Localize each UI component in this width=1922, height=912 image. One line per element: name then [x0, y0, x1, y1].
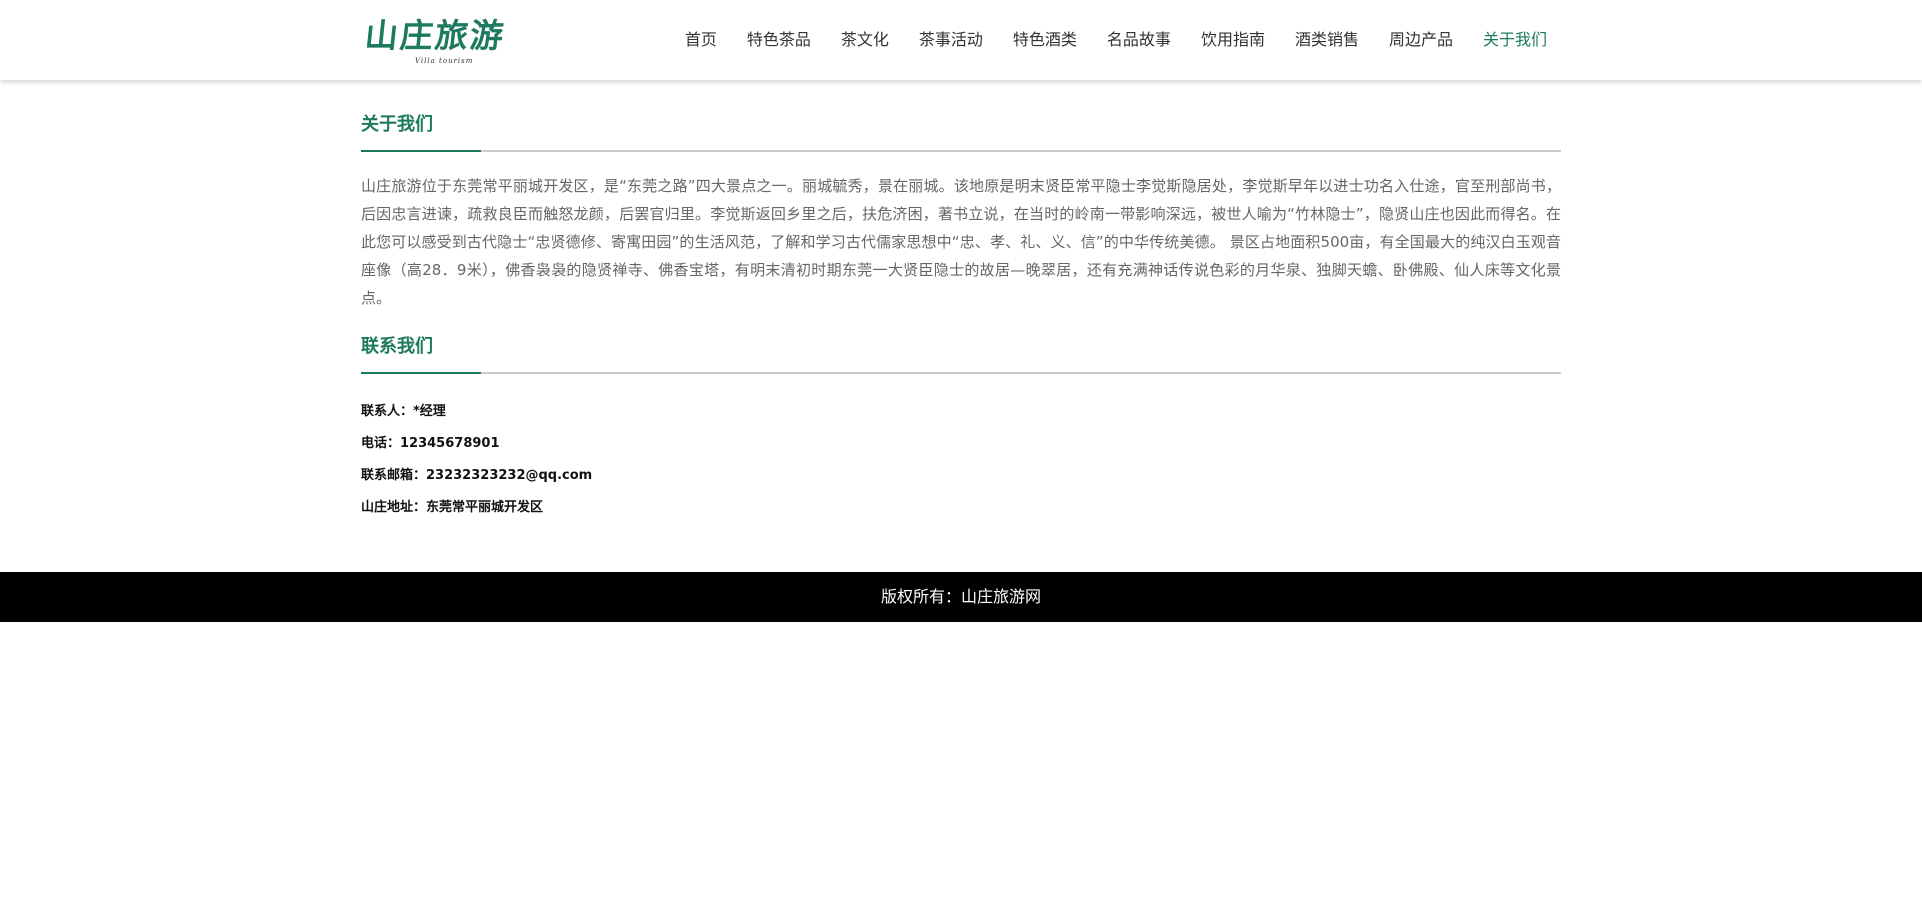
- header-inner: 山庄旅游 Villa tourism 首页 特色茶品 茶文化 茶事活动 特色酒类…: [361, 0, 1561, 80]
- site-footer: 版权所有：山庄旅游网: [0, 572, 1922, 622]
- logo-subtitle: Villa tourism: [415, 57, 474, 65]
- nav-item-drinking-guide[interactable]: 饮用指南: [1201, 0, 1265, 80]
- contact-person: 联系人：*经理: [361, 404, 446, 419]
- nav-item-home[interactable]: 首页: [685, 0, 717, 80]
- about-title: 关于我们: [361, 114, 433, 135]
- nav-item-about-us[interactable]: 关于我们: [1483, 0, 1547, 80]
- logo-title: 山庄旅游: [363, 16, 508, 55]
- main-nav: 首页 特色茶品 茶文化 茶事活动 特色酒类 名品故事 饮用指南 酒类销售 周边产…: [655, 0, 1561, 80]
- about-heading: 关于我们: [361, 80, 1561, 152]
- section-divider-accent: [361, 150, 481, 152]
- nav-item-tea-events[interactable]: 茶事活动: [919, 0, 983, 80]
- section-divider: [361, 372, 1561, 374]
- nav-item-featured-wine[interactable]: 特色酒类: [1013, 0, 1077, 80]
- site-logo[interactable]: 山庄旅游 Villa tourism: [363, 16, 525, 72]
- main-content: 关于我们 山庄旅游位于东莞常平丽城开发区，是“东莞之路”四大景点之一。丽城毓秀，…: [361, 80, 1561, 524]
- about-section: 关于我们 山庄旅游位于东莞常平丽城开发区，是“东莞之路”四大景点之一。丽城毓秀，…: [361, 80, 1561, 312]
- nav-item-surrounding-products[interactable]: 周边产品: [1389, 0, 1453, 80]
- contact-section: 联系我们 联系人：*经理 电话：12345678901 联系邮箱：2323232…: [361, 312, 1561, 524]
- contact-title: 联系我们: [361, 336, 433, 357]
- nav-item-wine-sales[interactable]: 酒类销售: [1295, 0, 1359, 80]
- nav-item-featured-tea[interactable]: 特色茶品: [747, 0, 811, 80]
- section-divider-accent: [361, 372, 481, 374]
- contact-email: 联系邮箱：23232323232@qq.com: [361, 468, 593, 483]
- nav-item-brand-stories[interactable]: 名品故事: [1107, 0, 1171, 80]
- contact-address: 山庄地址：东莞常平丽城开发区: [361, 500, 544, 515]
- copyright-text: 版权所有：山庄旅游网: [880, 587, 1041, 606]
- nav-item-tea-culture[interactable]: 茶文化: [841, 0, 889, 80]
- contact-phone: 电话：12345678901: [361, 436, 500, 451]
- contact-heading: 联系我们: [361, 312, 1561, 390]
- contact-list: 联系人：*经理 电话：12345678901 联系邮箱：23232323232@…: [361, 396, 1561, 524]
- section-divider: [361, 150, 1561, 152]
- about-paragraph: 山庄旅游位于东莞常平丽城开发区，是“东莞之路”四大景点之一。丽城毓秀，景在丽城。…: [361, 177, 1561, 307]
- site-header: 山庄旅游 Villa tourism 首页 特色茶品 茶文化 茶事活动 特色酒类…: [0, 0, 1922, 80]
